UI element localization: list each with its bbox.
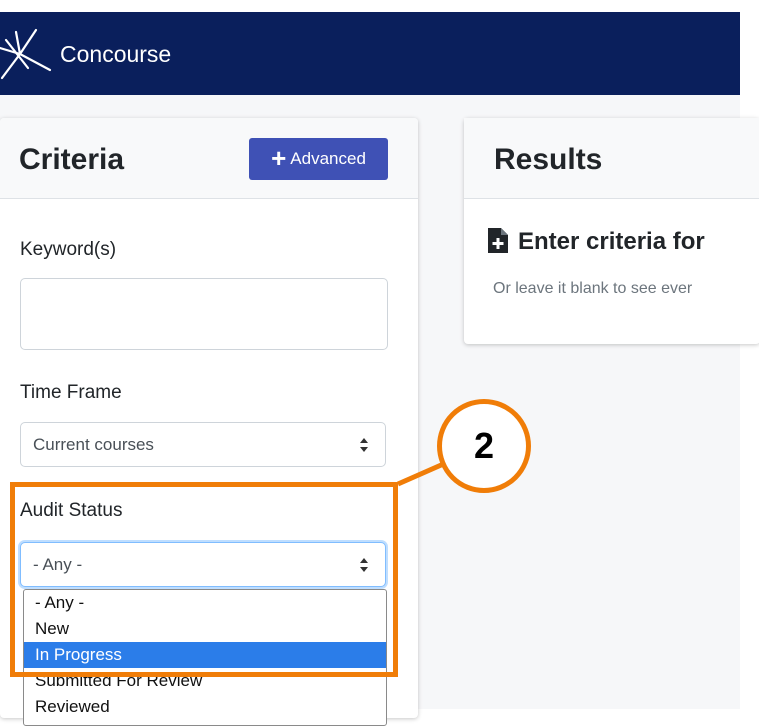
criteria-title: Criteria (19, 143, 125, 176)
empty-state-heading: Enter criteria for (518, 228, 705, 255)
results-title: Results (494, 143, 603, 176)
advanced-button[interactable]: + Advanced (249, 138, 388, 180)
audit-status-value: - Any - (33, 554, 83, 574)
select-arrows-icon (360, 438, 368, 452)
select-arrows-icon (360, 558, 368, 572)
option-reviewed[interactable]: Reviewed (24, 694, 386, 720)
audit-status-options: - Any - New In Progress Submitted For Re… (23, 589, 387, 726)
audit-status-label: Audit Status (20, 500, 123, 521)
concourse-logo-icon (0, 28, 52, 80)
file-plus-icon (488, 228, 508, 253)
plus-icon: + (271, 142, 287, 173)
timeframe-label: Time Frame (20, 382, 122, 403)
criteria-header: Criteria + Advanced (0, 118, 418, 199)
empty-state-subtext: Or leave it blank to see ever (493, 280, 693, 297)
option-submitted-for-review[interactable]: Submitted For Review (24, 668, 386, 694)
timeframe-value: Current courses (33, 434, 154, 454)
advanced-label: Advanced (290, 149, 366, 168)
timeframe-select[interactable]: Current courses (20, 422, 386, 467)
criteria-panel: Criteria + Advanced Keyword(s) Time Fram… (0, 118, 418, 726)
option-new[interactable]: New (24, 616, 386, 642)
top-navbar: Concourse (0, 12, 740, 95)
audit-status-select[interactable]: - Any - (20, 542, 386, 587)
option-in-progress[interactable]: In Progress (24, 642, 386, 668)
results-header: Results (464, 118, 759, 199)
keyword-input[interactable] (20, 278, 388, 350)
keyword-label: Keyword(s) (20, 239, 117, 260)
app-title: Concourse (60, 41, 172, 67)
option-any[interactable]: - Any - (24, 590, 386, 616)
annotation-step-badge: 2 (437, 399, 531, 493)
results-panel: Results Enter criteria for Or leave it b… (464, 118, 759, 344)
